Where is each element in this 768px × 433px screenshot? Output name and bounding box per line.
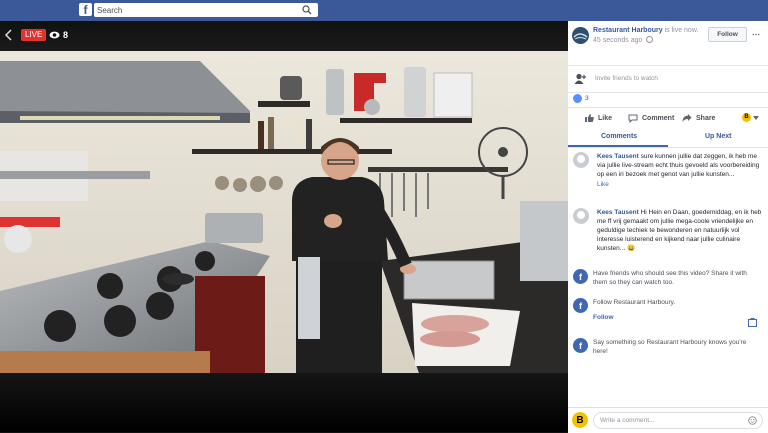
- post-timestamp[interactable]: 45 seconds ago: [593, 37, 642, 44]
- live-video-player[interactable]: LIVE 8: [0, 21, 568, 432]
- kitchen-video-frame: [0, 51, 568, 376]
- comment-button[interactable]: Comment: [628, 113, 674, 123]
- active-tab-indicator: [568, 145, 668, 147]
- tab-comments[interactable]: Comments: [601, 133, 637, 140]
- comment-composer: B: [568, 407, 768, 433]
- more-options-icon[interactable]: ⋯: [752, 30, 762, 39]
- say-something-text: Say something so Restaurant Harboury kno…: [593, 339, 747, 355]
- follow-button[interactable]: Follow: [708, 27, 747, 42]
- reaction-count: 3: [585, 95, 589, 102]
- page-identity-selector[interactable]: B: [742, 113, 759, 122]
- comment-body: Kees Tausent sure kunnen jullie dat zegg…: [597, 152, 763, 189]
- comment-author[interactable]: Kees Tausent: [597, 209, 639, 216]
- share-button[interactable]: Share: [682, 113, 715, 123]
- facebook-logo-icon[interactable]: f: [79, 3, 92, 16]
- commenter-avatar[interactable]: [573, 208, 589, 224]
- comment-like-link[interactable]: Like: [597, 180, 763, 189]
- composer-avatar[interactable]: B: [572, 412, 588, 428]
- search-box[interactable]: [94, 3, 318, 17]
- search-input[interactable]: [97, 3, 293, 17]
- page-avatar[interactable]: [572, 27, 589, 44]
- search-icon[interactable]: [302, 5, 312, 15]
- viewer-count-value: 8: [63, 30, 69, 40]
- post-actions-bar: Like Comment Share B: [568, 107, 768, 129]
- add-friend-icon: [574, 73, 586, 84]
- back-arrow-icon[interactable]: [3, 28, 15, 42]
- thumbs-up-icon: [585, 114, 594, 122]
- follow-link[interactable]: Follow: [593, 313, 614, 322]
- reaction-summary[interactable]: 3: [573, 94, 589, 103]
- live-status-text: is live now.: [662, 27, 699, 34]
- page-logo-icon: [573, 33, 588, 40]
- facebook-top-bar: f: [0, 0, 768, 21]
- viewer-count: 8: [49, 28, 68, 42]
- invite-friends-row[interactable]: Invite friends to watch: [568, 65, 768, 93]
- video-bottom-bar: [0, 373, 568, 432]
- page-header: Restaurant Harboury is live now. 45 seco…: [593, 26, 703, 46]
- tab-up-next[interactable]: Up Next: [705, 133, 731, 140]
- follow-suggestion-body: Follow Restaurant Harboury. Follow: [593, 298, 761, 322]
- eye-icon: [49, 31, 60, 39]
- facebook-icon: [573, 298, 588, 314]
- video-top-bar: [0, 21, 568, 51]
- facebook-icon: [573, 338, 588, 354]
- live-side-panel: Restaurant Harboury is live now. 45 seco…: [568, 21, 768, 433]
- like-reaction-icon: [573, 94, 582, 103]
- chevron-down-icon: [753, 115, 759, 120]
- share-icon: [682, 114, 692, 122]
- comment-body: Kees Tausent Hi Hein en Daan, goedemidda…: [597, 208, 763, 253]
- globe-icon: [646, 36, 654, 43]
- share-button-label: Share: [696, 114, 716, 122]
- like-button-label: Like: [598, 114, 613, 122]
- comment-input-box[interactable]: [593, 412, 763, 429]
- comment-input[interactable]: [600, 415, 740, 426]
- emoji-icon[interactable]: [748, 416, 757, 425]
- comment-icon: [628, 114, 638, 123]
- page-name-link[interactable]: Restaurant Harboury: [593, 27, 663, 34]
- facebook-icon: [573, 269, 588, 285]
- live-badge: LIVE: [21, 29, 47, 41]
- follow-page-icon[interactable]: [748, 318, 757, 327]
- follow-suggestion-text: Follow Restaurant Harboury.: [593, 299, 676, 306]
- follow-button-label: Follow: [717, 31, 738, 38]
- share-suggestion-text: Have friends who should see this video? …: [593, 270, 747, 286]
- comment-button-label: Comment: [642, 114, 675, 122]
- like-button[interactable]: Like: [584, 113, 612, 123]
- invite-friends-text: Invite friends to watch: [595, 75, 658, 82]
- page-identity-avatar: B: [742, 113, 751, 122]
- panel-tabs: Comments Up Next: [568, 128, 768, 148]
- comment-author[interactable]: Kees Tausent: [597, 153, 639, 160]
- commenter-avatar[interactable]: [573, 152, 589, 168]
